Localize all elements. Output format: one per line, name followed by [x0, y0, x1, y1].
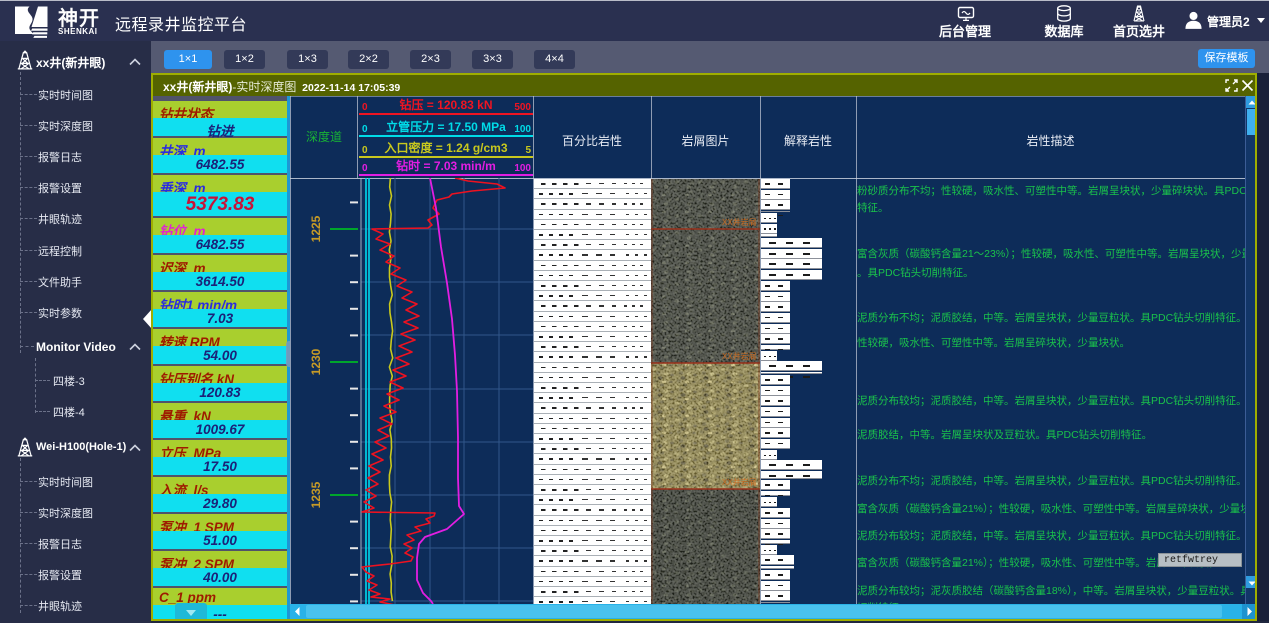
- svg-text:XX井岩屑: XX井岩屑: [722, 477, 757, 487]
- svg-text:XX井岩屑: XX井岩屑: [722, 351, 757, 361]
- svg-text:1230: 1230: [309, 348, 323, 375]
- svg-text:XX井岩屑: XX井岩屑: [722, 217, 757, 227]
- svg-text:1225: 1225: [309, 215, 323, 242]
- svg-text:1235: 1235: [309, 481, 323, 508]
